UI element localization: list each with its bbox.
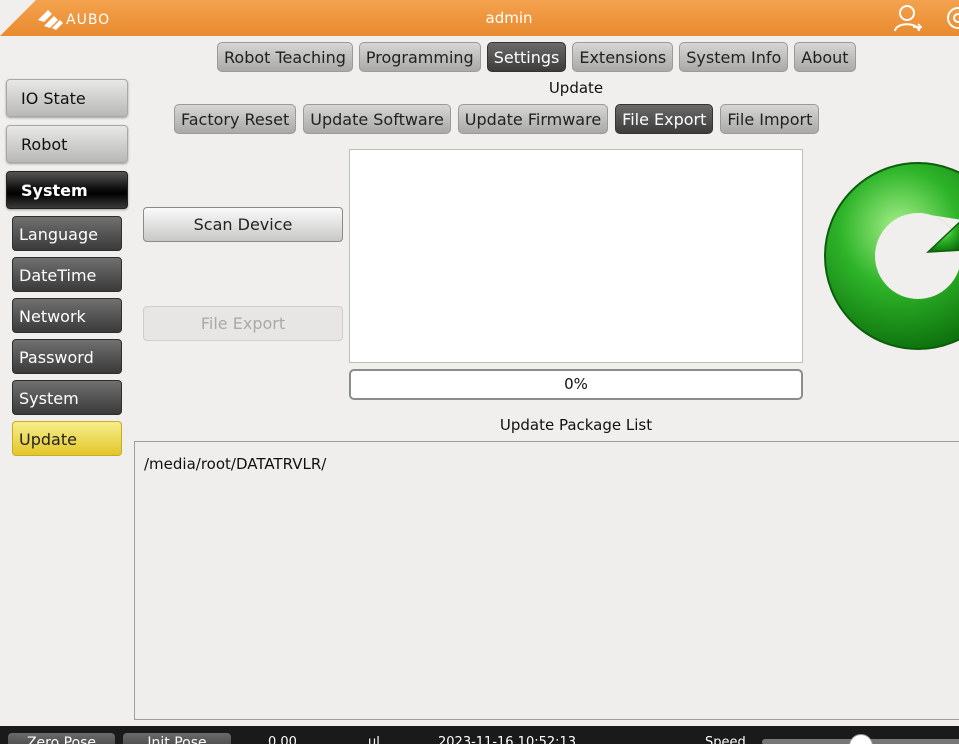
sidebar-subitem-datetime[interactable]: DateTime: [12, 257, 122, 292]
package-list-title: Update Package List: [499, 416, 653, 434]
subtab-factory-reset[interactable]: Factory Reset: [174, 104, 297, 134]
progress-label: 0%: [564, 375, 588, 393]
sidebar-subitem-password[interactable]: Password: [12, 339, 122, 374]
export-progress-bar: 0%: [349, 369, 803, 400]
init-pose-button[interactable]: Init Pose: [123, 733, 231, 744]
section-title: Update: [548, 79, 604, 97]
user-icon[interactable]: [893, 3, 923, 33]
sub-tabs: Factory Reset Update Software Update Fir…: [174, 104, 820, 134]
sidebar-subitem-network[interactable]: Network: [12, 298, 122, 333]
sidebar-item-robot[interactable]: Robot: [6, 125, 128, 163]
mode-readout: ul: [368, 735, 380, 744]
tab-about[interactable]: About: [794, 42, 856, 72]
tab-system-info[interactable]: System Info: [679, 42, 789, 72]
subtab-file-export[interactable]: File Export: [615, 104, 714, 134]
zero-pose-button[interactable]: Zero Pose: [8, 733, 115, 744]
datetime-readout: 2023-11-16 10:52:13: [438, 735, 577, 744]
speed-label: Speed: [705, 735, 746, 744]
tab-extensions[interactable]: Extensions: [572, 42, 674, 72]
top-bar: AUBO admin: [0, 0, 959, 36]
bottom-bar: Zero Pose Init Pose 0.00 ul 2023-11-16 1…: [0, 726, 959, 744]
user-title: admin: [485, 9, 533, 27]
sidebar-subitem-update[interactable]: Update: [12, 421, 122, 456]
scan-device-button[interactable]: Scan Device: [143, 207, 343, 242]
subtab-file-import[interactable]: File Import: [720, 104, 820, 134]
tab-settings[interactable]: Settings: [486, 42, 567, 72]
subtab-update-software[interactable]: Update Software: [303, 104, 451, 134]
speed-slider-handle[interactable]: [849, 734, 873, 744]
sidebar-subitem-system[interactable]: System: [12, 380, 122, 415]
main-tabs: Robot Teaching Programming Settings Exte…: [217, 42, 856, 72]
refresh-icon[interactable]: [822, 158, 959, 358]
tab-programming[interactable]: Programming: [358, 42, 481, 72]
power-icon[interactable]: [946, 6, 959, 30]
app-window: AUBO admin Robot Teaching Programming Se…: [0, 0, 959, 744]
device-output-area[interactable]: [349, 149, 803, 363]
sidebar-subitem-language[interactable]: Language: [12, 216, 122, 251]
value-readout: 0.00: [268, 735, 297, 744]
sidebar-item-system[interactable]: System: [6, 171, 128, 209]
file-export-button[interactable]: File Export: [143, 306, 343, 341]
package-list[interactable]: /media/root/DATATRVLR/: [134, 441, 959, 720]
sidebar-item-io-state[interactable]: IO State: [6, 79, 128, 117]
list-item[interactable]: /media/root/DATATRVLR/: [144, 455, 326, 473]
tab-robot-teaching[interactable]: Robot Teaching: [217, 42, 353, 72]
subtab-update-firmware[interactable]: Update Firmware: [457, 104, 609, 134]
